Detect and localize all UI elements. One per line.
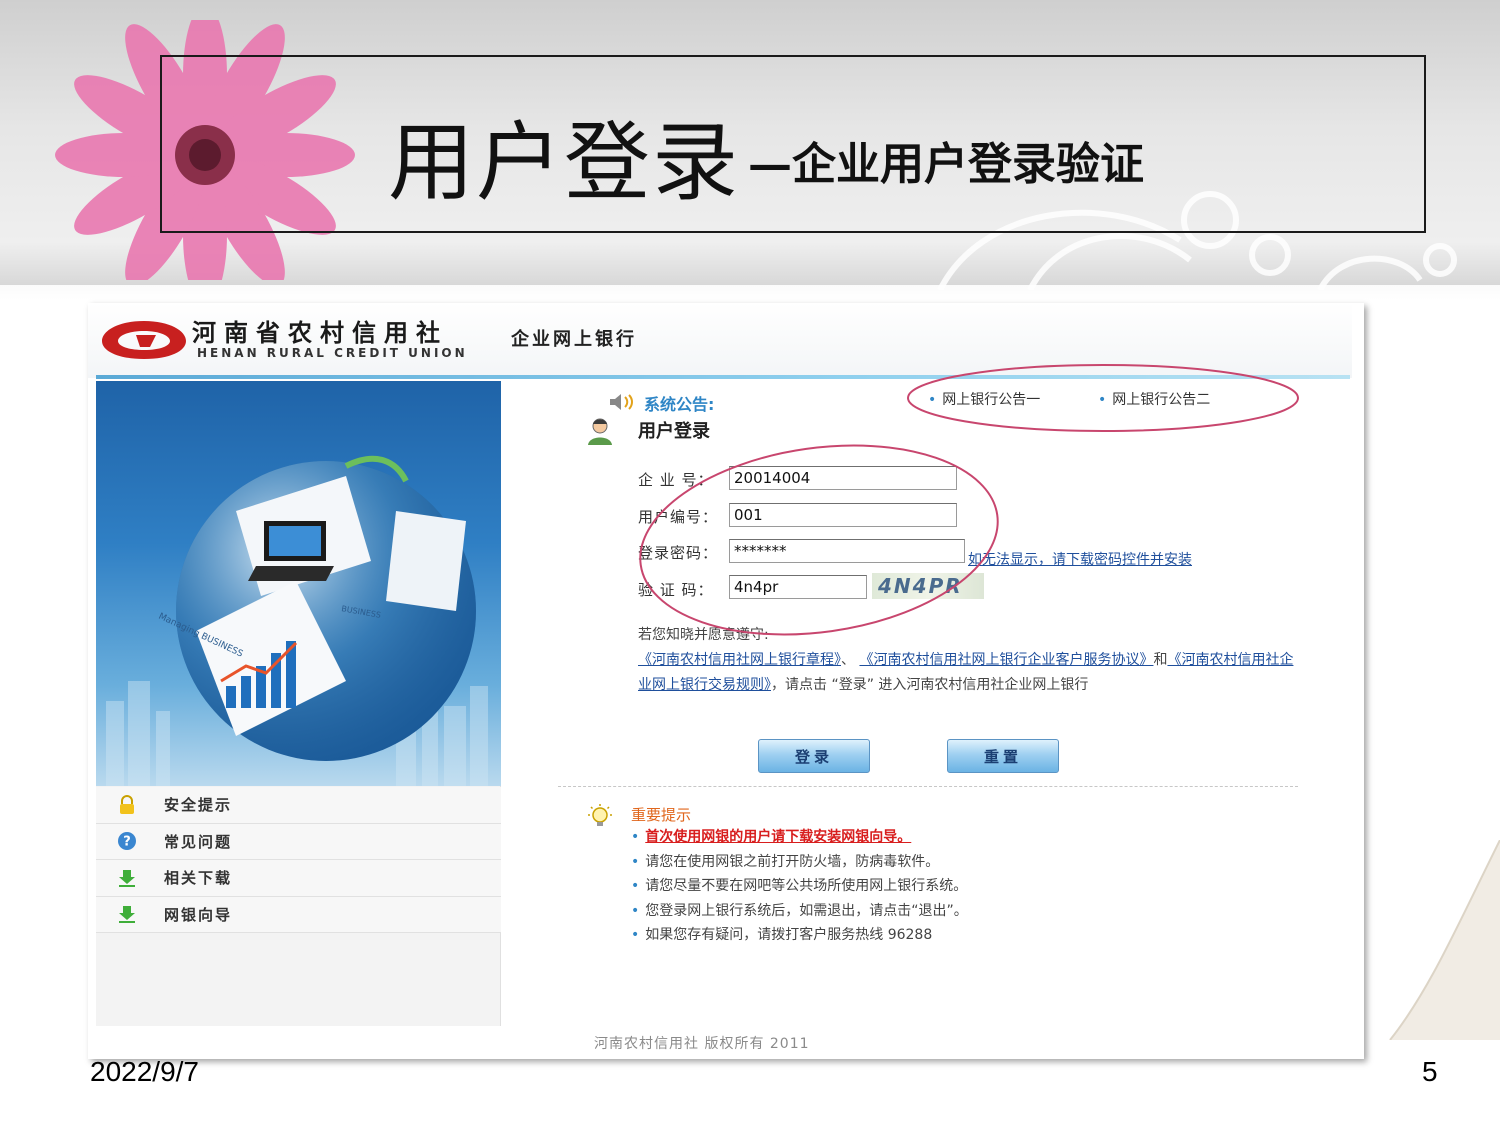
- bullet-icon: •: [631, 853, 640, 870]
- side-item-label: 相关下载: [164, 869, 233, 888]
- side-item-label: 安全提示: [164, 796, 233, 815]
- tip-text: 如果您存有疑问，请拨打客户服务热线 96288: [645, 927, 933, 943]
- tip-text: 请您尽量不要在网吧等公共场所使用网上银行系统。: [645, 878, 968, 894]
- company-number-input[interactable]: [729, 466, 957, 490]
- bullet-icon: •: [928, 392, 937, 408]
- agreement-link-service[interactable]: 《河南农村信用社网上银行企业客户服务协议》: [859, 652, 1153, 668]
- user-number-input[interactable]: [729, 503, 957, 527]
- password-input[interactable]: [729, 539, 965, 563]
- svg-text:?: ?: [123, 835, 131, 850]
- side-item-label: 常见问题: [164, 832, 233, 851]
- side-item-faq[interactable]: ? 常见问题: [96, 823, 501, 860]
- bullet-icon: •: [1098, 392, 1107, 408]
- bank-name-cn: 河南省农村信用社: [192, 318, 448, 347]
- bank-header: 河南省农村信用社 HENAN RURAL CREDIT UNION 企业网上银行: [88, 303, 1352, 378]
- notice-label: 系统公告:: [644, 395, 715, 414]
- agreement-intro: 若您知晓并愿意遵守:: [638, 627, 769, 643]
- agreement-and: 和: [1153, 652, 1168, 668]
- lightbulb-icon: [588, 804, 612, 826]
- notice-link-1[interactable]: • 网上银行公告一: [928, 389, 1040, 409]
- captcha-input[interactable]: [729, 575, 867, 599]
- bank-logo-icon: [102, 321, 186, 359]
- reset-button[interactable]: 重置: [947, 739, 1059, 773]
- bank-product-name: 企业网上银行: [511, 329, 637, 350]
- tips-title: 重要提示: [631, 806, 692, 824]
- page-curl-decoration: [1389, 840, 1500, 1040]
- header-divider: [96, 375, 1350, 379]
- bullet-icon: •: [631, 927, 640, 943]
- hero-image: Managing BUSINESS BUSINESS: [96, 381, 501, 786]
- notice-link-2[interactable]: • 网上银行公告二: [1098, 389, 1210, 409]
- side-item-label: 网银向导: [164, 905, 233, 924]
- copyright: 河南农村信用社 版权所有 2011: [594, 1036, 810, 1052]
- user-icon: [588, 418, 612, 445]
- side-menu: 安全提示 ? 常见问题 相关下载 网银向导: [96, 787, 501, 933]
- tip-text: 首次使用网银的用户请下载安装网银向导。: [645, 829, 912, 845]
- bank-login-screenshot: 河南省农村信用社 HENAN RURAL CREDIT UNION 企业网上银行: [88, 303, 1364, 1059]
- left-sidebar: Managing BUSINESS BUSINESS 安全提示 ? 常见问题 相…: [96, 381, 501, 1026]
- download-icon: [116, 867, 138, 889]
- agreement-text: 若您知晓并愿意遵守: 《河南农村信用社网上银行章程》、 《河南农村信用社网上银行…: [638, 623, 1303, 698]
- notice-link-label: 网上银行公告一: [942, 392, 1041, 408]
- login-heading: 用户登录: [638, 421, 710, 442]
- slide-subtitle: —企业用户登录验证: [748, 139, 1144, 190]
- password-label: 登录密码：: [638, 544, 719, 562]
- side-item-security[interactable]: 安全提示: [96, 787, 501, 824]
- speaker-icon: [610, 394, 633, 410]
- lock-icon: [116, 794, 138, 816]
- captcha-image[interactable]: 4N4PR: [872, 573, 984, 599]
- agreement-tail: ，请点击 “登录” 进入河南农村信用社企业网上银行: [771, 677, 1089, 693]
- agreement-link-charter[interactable]: 《河南农村信用社网上银行章程》: [638, 652, 841, 668]
- captcha-label: 验 证 码：: [638, 581, 714, 599]
- bullet-icon: •: [631, 829, 640, 845]
- company-number-label: 企 业 号：: [638, 471, 714, 489]
- tip-item: • 如果您存有疑问，请拨打客户服务热线 96288: [631, 923, 968, 948]
- slide-title: 用户登录: [388, 113, 740, 213]
- tip-item: • 请您尽量不要在网吧等公共场所使用网上银行系统。: [631, 874, 968, 899]
- login-button[interactable]: 登录: [758, 739, 870, 773]
- help-icon: ?: [116, 830, 138, 852]
- tip-text: 请您在使用网银之前打开防火墙，防病毒软件。: [645, 853, 940, 870]
- agreement-separator: 、: [841, 652, 855, 668]
- slide-page-number: 5: [1422, 1056, 1438, 1087]
- bullet-icon: •: [631, 902, 640, 919]
- bank-name-en: HENAN RURAL CREDIT UNION: [197, 346, 468, 360]
- slide-date: 2022/9/7: [90, 1056, 199, 1087]
- download-icon: [116, 903, 138, 925]
- tip-item: • 您登录网上银行系统后，如需退出，请点击“退出”。: [631, 899, 968, 924]
- side-item-guide[interactable]: 网银向导: [96, 896, 501, 933]
- section-divider: [558, 786, 1298, 787]
- bullet-icon: •: [631, 878, 640, 894]
- tips-list: • 首次使用网银的用户请下载安装网银向导。 • 请您在使用网银之前打开防火墙，防病毒…: [631, 825, 968, 948]
- tip-item: • 请您在使用网银之前打开防火墙，防病毒软件。: [631, 850, 968, 875]
- tip-text: 您登录网上银行系统后，如需退出，请点击“退出”。: [645, 902, 968, 919]
- tip-item-download-guide[interactable]: • 首次使用网银的用户请下载安装网银向导。: [631, 825, 968, 850]
- password-control-download-link[interactable]: 如无法显示，请下载密码控件并安装: [968, 549, 1192, 569]
- hero-globe-illustration: Managing BUSINESS BUSINESS: [106, 455, 488, 786]
- notice-link-label: 网上银行公告二: [1112, 392, 1211, 408]
- user-number-label: 用户编号：: [638, 508, 719, 526]
- side-item-downloads[interactable]: 相关下载: [96, 860, 501, 897]
